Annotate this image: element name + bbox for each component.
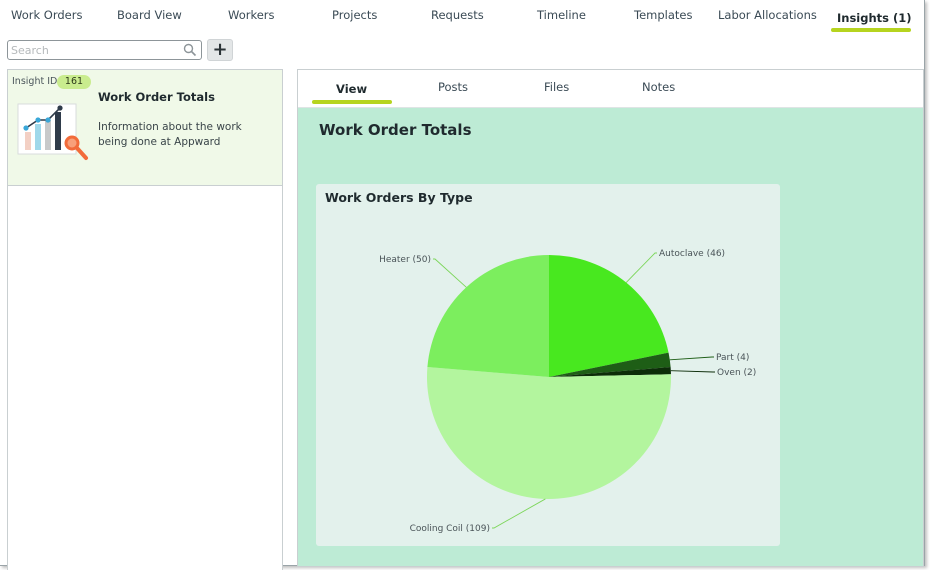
detail-tabs: View Posts Files Notes	[298, 70, 923, 108]
insights-list: Insight ID 161 Work Order Totals Informa…	[7, 69, 283, 570]
nav-tab-work-orders[interactable]: Work Orders	[11, 8, 82, 22]
insight-card-description: Information about the work being done at…	[98, 121, 242, 148]
detail-tab-indicator	[312, 100, 392, 104]
insight-id-badge: 161	[57, 75, 91, 89]
tab-notes[interactable]: Notes	[642, 80, 675, 94]
insight-card-title: Work Order Totals	[98, 90, 215, 104]
chart-analytics-icon	[17, 103, 88, 160]
insight-card[interactable]: Insight ID 161 Work Order Totals Informa…	[8, 70, 282, 186]
add-insight-button[interactable]: +	[207, 39, 233, 61]
pie-chart: Autoclave (46) Part (4) Oven (2) Cooling Co…	[379, 249, 756, 534]
pie-leader-line	[670, 370, 715, 373]
nav-tab-labor-allocations[interactable]: Labor Allocations	[718, 8, 817, 22]
top-nav: Work Orders Board View Workers Projects …	[0, 0, 924, 36]
active-tab-indicator	[831, 28, 911, 32]
pie-leader-line	[625, 252, 657, 283]
insight-id-label: Insight ID	[12, 76, 58, 87]
insight-detail: View Posts Files Notes Work Order Totals…	[297, 69, 924, 567]
pie-leader-line	[492, 498, 546, 529]
nav-tab-insights[interactable]: Insights (1)	[837, 11, 912, 25]
tab-view[interactable]: View	[336, 82, 367, 96]
nav-tab-workers[interactable]: Workers	[228, 8, 275, 22]
pie-leader-line	[433, 258, 467, 288]
search-icon[interactable]	[183, 43, 197, 57]
pie-label: Oven (2)	[717, 368, 756, 378]
pie-label: Autoclave (46)	[659, 249, 725, 259]
nav-tab-templates[interactable]: Templates	[634, 8, 692, 22]
tab-posts[interactable]: Posts	[438, 80, 468, 94]
page-title: Work Order Totals	[319, 121, 472, 139]
chart-card: Autoclave (46) Part (4) Oven (2) Cooling Co…	[316, 184, 780, 546]
search-input[interactable]	[11, 42, 179, 58]
pie-slice[interactable]	[427, 255, 549, 377]
tab-files[interactable]: Files	[544, 80, 569, 94]
pie-label: Heater (50)	[379, 255, 431, 265]
pie-label: Part (4)	[716, 353, 749, 363]
app-window: Work Orders Board View Workers Projects …	[0, 0, 925, 570]
chart-title: Work Orders By Type	[325, 190, 473, 205]
nav-tab-requests[interactable]: Requests	[431, 8, 484, 22]
pie-leader-line	[669, 356, 714, 361]
nav-tab-board-view[interactable]: Board View	[117, 8, 182, 22]
search-box	[7, 40, 202, 60]
pie-slice[interactable]	[427, 367, 671, 500]
nav-tab-projects[interactable]: Projects	[332, 8, 377, 22]
pie-label: Cooling Coil (109)	[410, 524, 490, 534]
nav-tab-timeline[interactable]: Timeline	[537, 8, 586, 22]
